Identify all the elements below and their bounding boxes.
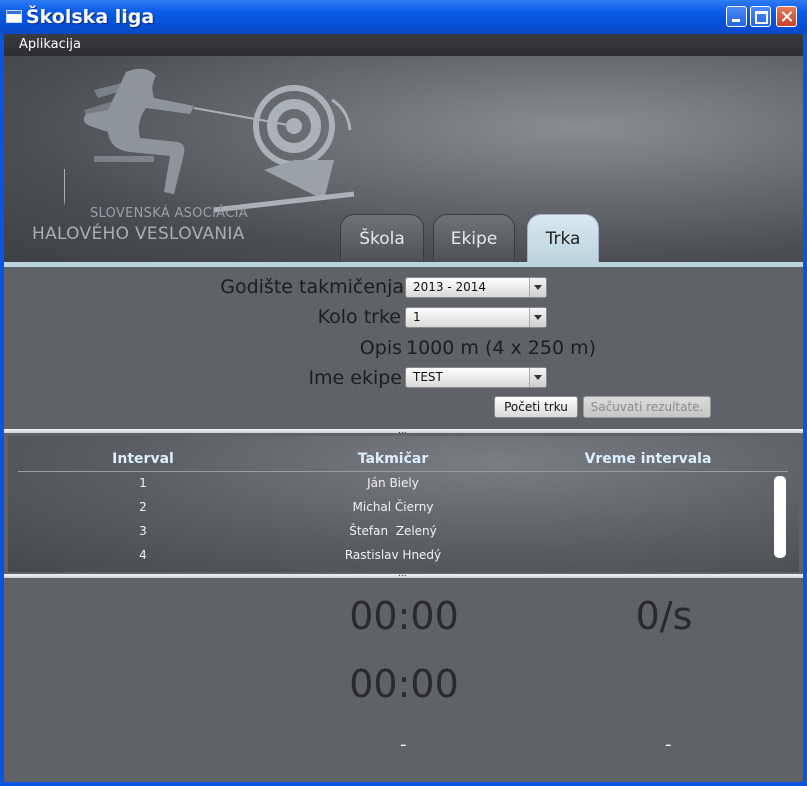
tab-trka[interactable]: Trka	[527, 214, 599, 262]
close-button[interactable]	[776, 6, 797, 27]
cell-competitor: Michal Čierny	[352, 500, 434, 514]
cell-competitor: Ján Biely	[367, 476, 419, 490]
window-title: Školska liga	[26, 6, 155, 28]
splitter-top[interactable]: ...	[4, 426, 803, 436]
cell-interval: 3	[139, 524, 147, 538]
cell-interval: 1	[139, 476, 147, 490]
interval-time-display: 00:00	[349, 662, 459, 706]
timer-panel: 00:00 0/s 00:00 - -	[4, 578, 803, 782]
maximize-button[interactable]	[750, 6, 771, 27]
tab-skola[interactable]: Škola	[340, 214, 424, 262]
title-bar[interactable]: Školska liga	[0, 0, 807, 34]
round-label: Kolo trke	[317, 306, 401, 328]
round-select[interactable]: 1	[405, 307, 547, 328]
splitter-grip: ...	[398, 569, 407, 579]
season-label: Godište takmičenja	[220, 276, 404, 298]
client-area: Aplikacija SLOVENSKÁ ASOCIÁCIA HALOVÉHO …	[4, 34, 803, 782]
chevron-down-icon[interactable]	[529, 278, 546, 297]
season-value: 2013 - 2014	[413, 280, 487, 294]
menu-bar: Aplikacija	[4, 34, 803, 56]
team-select[interactable]: TEST	[405, 367, 547, 388]
cell-competitor: Štefan Zelený	[349, 524, 437, 538]
season-select[interactable]: 2013 - 2014	[405, 277, 547, 298]
column-header-takmicar[interactable]: Takmičar	[308, 451, 478, 467]
window-icon	[6, 10, 22, 23]
cell-interval: 4	[139, 548, 147, 562]
active-tab-underline	[4, 262, 803, 267]
cell-interval: 2	[139, 500, 147, 514]
save-results-button[interactable]: Sačuvati rezultate.	[583, 396, 711, 418]
description-label: Opis	[359, 337, 402, 359]
chevron-down-icon[interactable]	[529, 368, 546, 387]
stroke-rate-display: 0/s	[635, 594, 693, 638]
description-value: 1000 m (4 x 250 m)	[406, 337, 596, 359]
header-divider	[18, 471, 788, 472]
team-value: TEST	[413, 370, 443, 384]
dash-right: -	[665, 734, 672, 755]
logo-text-line1: SLOVENSKÁ ASOCIÁCIA	[90, 206, 248, 221]
logo-text-line2: HALOVÉHO VESLOVANIA	[32, 224, 245, 244]
cell-competitor: Rastislav Hnedý	[344, 548, 442, 562]
intervals-table: Interval Takmičar Vreme intervala 1 Ján …	[8, 436, 799, 572]
tab-ekipe[interactable]: Ekipe	[433, 214, 515, 262]
chevron-down-icon[interactable]	[529, 308, 546, 327]
round-value: 1	[413, 310, 421, 324]
race-time-display: 00:00	[349, 594, 459, 638]
dash-left: -	[400, 734, 407, 755]
column-header-vreme[interactable]: Vreme intervala	[548, 451, 748, 467]
column-header-interval[interactable]: Interval	[88, 451, 198, 467]
table-scrollbar[interactable]	[774, 476, 786, 558]
application-window: Školska liga Aplikacija SLOVENSKÁ ASOCIÁ…	[0, 0, 807, 786]
header-banner: SLOVENSKÁ ASOCIÁCIA HALOVÉHO VESLOVANIA …	[4, 56, 803, 262]
minimize-button[interactable]	[726, 6, 747, 27]
splitter-grip: ...	[398, 426, 407, 436]
menu-aplikacija[interactable]: Aplikacija	[19, 37, 81, 52]
start-race-button[interactable]: Početi trku	[494, 396, 578, 418]
team-label: Ime ekipe	[308, 367, 402, 389]
